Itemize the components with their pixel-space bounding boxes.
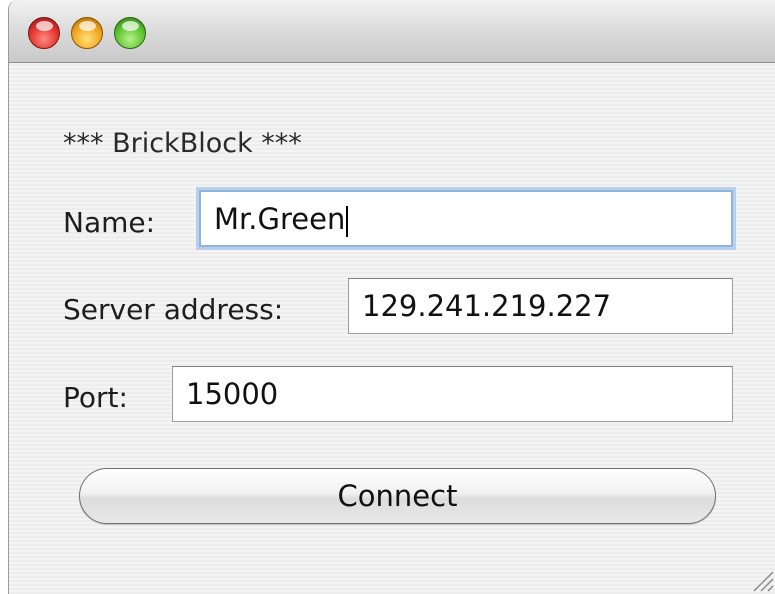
connect-button[interactable]: Connect	[79, 468, 716, 524]
port-input[interactable]: 15000	[172, 366, 733, 422]
minimize-icon[interactable]	[71, 17, 103, 49]
zoom-icon[interactable]	[114, 17, 146, 49]
title-bar[interactable]	[9, 0, 775, 63]
server-address-input[interactable]: 129.241.219.227	[348, 278, 733, 334]
server-address-value: 129.241.219.227	[362, 289, 612, 323]
name-input[interactable]: Mr.Green	[199, 190, 733, 247]
app-heading: *** BrickBlock ***	[63, 128, 302, 159]
name-label: Name:	[63, 206, 156, 239]
server-address-label: Server address:	[63, 293, 284, 326]
resize-grip-icon[interactable]	[750, 568, 774, 592]
name-input-value: Mr.Green	[214, 202, 346, 236]
close-icon[interactable]	[28, 17, 60, 49]
text-caret	[346, 205, 349, 237]
port-label: Port:	[63, 381, 128, 414]
app-window: *** BrickBlock *** Name: Mr.Green Server…	[8, 0, 775, 594]
port-value: 15000	[186, 377, 279, 411]
